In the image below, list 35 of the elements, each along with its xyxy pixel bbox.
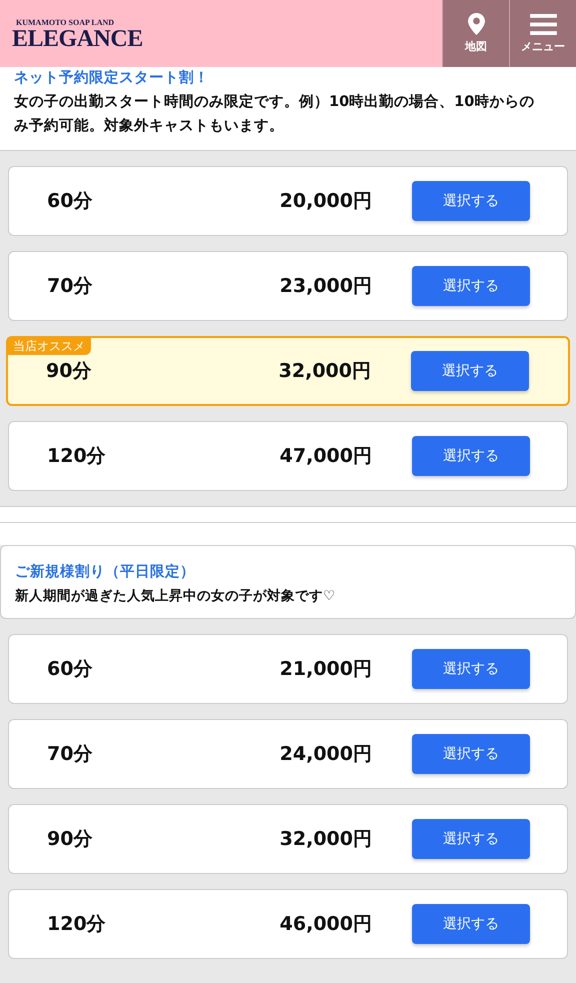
plan-description: 新人期間が過ぎた人気上昇中の女の子が対象です♡ — [15, 587, 336, 606]
duration: 90分 — [46, 827, 94, 852]
map-button[interactable]: 地図 — [442, 0, 509, 67]
logo: ELEGANCE — [12, 27, 143, 51]
menu-button[interactable]: メニュー — [509, 0, 576, 67]
price: 32,000円 — [278, 827, 372, 852]
duration: 120分 — [46, 444, 107, 469]
select-button[interactable]: 選択する — [412, 734, 530, 774]
recommended-badge: 当店オススメ — [7, 337, 91, 355]
plan-description: 女の子の出勤スタート時間のみ限定です。例）10時出勤の場合、10時からのみ予約可能。対象外キャストもいます。 — [14, 92, 536, 136]
price: 32,000円 — [278, 359, 371, 384]
duration: 70分 — [46, 742, 94, 767]
select-button[interactable]: 選択する — [412, 819, 530, 859]
logo-subtitle: KUMAMOTO SOAP LAND — [15, 18, 116, 27]
plan-title: ご新規様割り（平日限定） — [15, 562, 196, 582]
select-button[interactable]: 選択する — [411, 351, 529, 391]
select-button[interactable]: 選択する — [412, 904, 530, 944]
price: 23,000円 — [278, 274, 372, 299]
select-button[interactable]: 選択する — [412, 181, 530, 221]
price: 46,000円 — [278, 912, 372, 937]
plan-title: ネット予約限定スタート割！ — [14, 68, 210, 88]
select-button[interactable]: 選択する — [412, 436, 530, 476]
duration: 90分 — [45, 359, 92, 384]
duration: 120分 — [46, 912, 107, 937]
menu-icon — [530, 14, 556, 34]
select-button[interactable]: 選択する — [412, 266, 530, 306]
price: 21,000円 — [278, 657, 372, 682]
select-button[interactable]: 選択する — [412, 649, 530, 689]
duration: 60分 — [46, 189, 94, 214]
duration: 60分 — [46, 657, 94, 682]
duration: 70分 — [46, 274, 94, 299]
price: 20,000円 — [278, 189, 372, 214]
map-pin-icon — [468, 13, 484, 35]
price: 47,000円 — [278, 444, 372, 469]
price: 24,000円 — [278, 742, 372, 767]
